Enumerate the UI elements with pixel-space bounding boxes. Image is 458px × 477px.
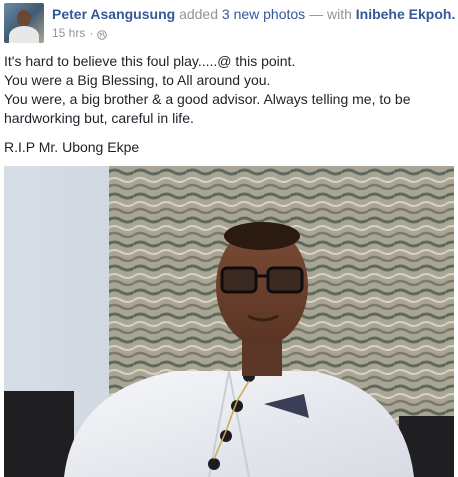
message-line: You were, a big brother & a good advisor… [4, 91, 411, 126]
author-name[interactable]: Peter Asangusung [52, 6, 175, 22]
meta-separator: · [89, 26, 94, 40]
post-message: It's hard to believe this foul play.....… [4, 52, 454, 157]
with-text: — with [309, 6, 352, 22]
tagged-person-link[interactable]: Inibehe Ekpoh. [356, 6, 456, 22]
message-line: R.I.P Mr. Ubong Ekpe [4, 139, 140, 155]
message-line: You were a Big Blessing, to All around y… [4, 72, 271, 88]
message-line: It's hard to believe this foul play.....… [4, 53, 296, 69]
avatar-face [17, 10, 31, 26]
photo-image [4, 166, 454, 477]
facebook-post: Peter Asangusung added 3 new photos — wi… [0, 0, 458, 477]
post-timestamp[interactable]: 15 hrs [52, 25, 85, 41]
post-meta: 15 hrs · [52, 25, 108, 41]
globe-icon[interactable] [97, 28, 108, 40]
post-header: Peter Asangusung added 3 new photos — wi… [52, 5, 456, 23]
author-avatar[interactable] [4, 3, 44, 43]
post-photo[interactable] [4, 166, 454, 477]
action-prefix: added [179, 6, 218, 22]
avatar-shoulders [9, 26, 39, 43]
photos-count-link[interactable]: 3 new photos [222, 6, 305, 22]
